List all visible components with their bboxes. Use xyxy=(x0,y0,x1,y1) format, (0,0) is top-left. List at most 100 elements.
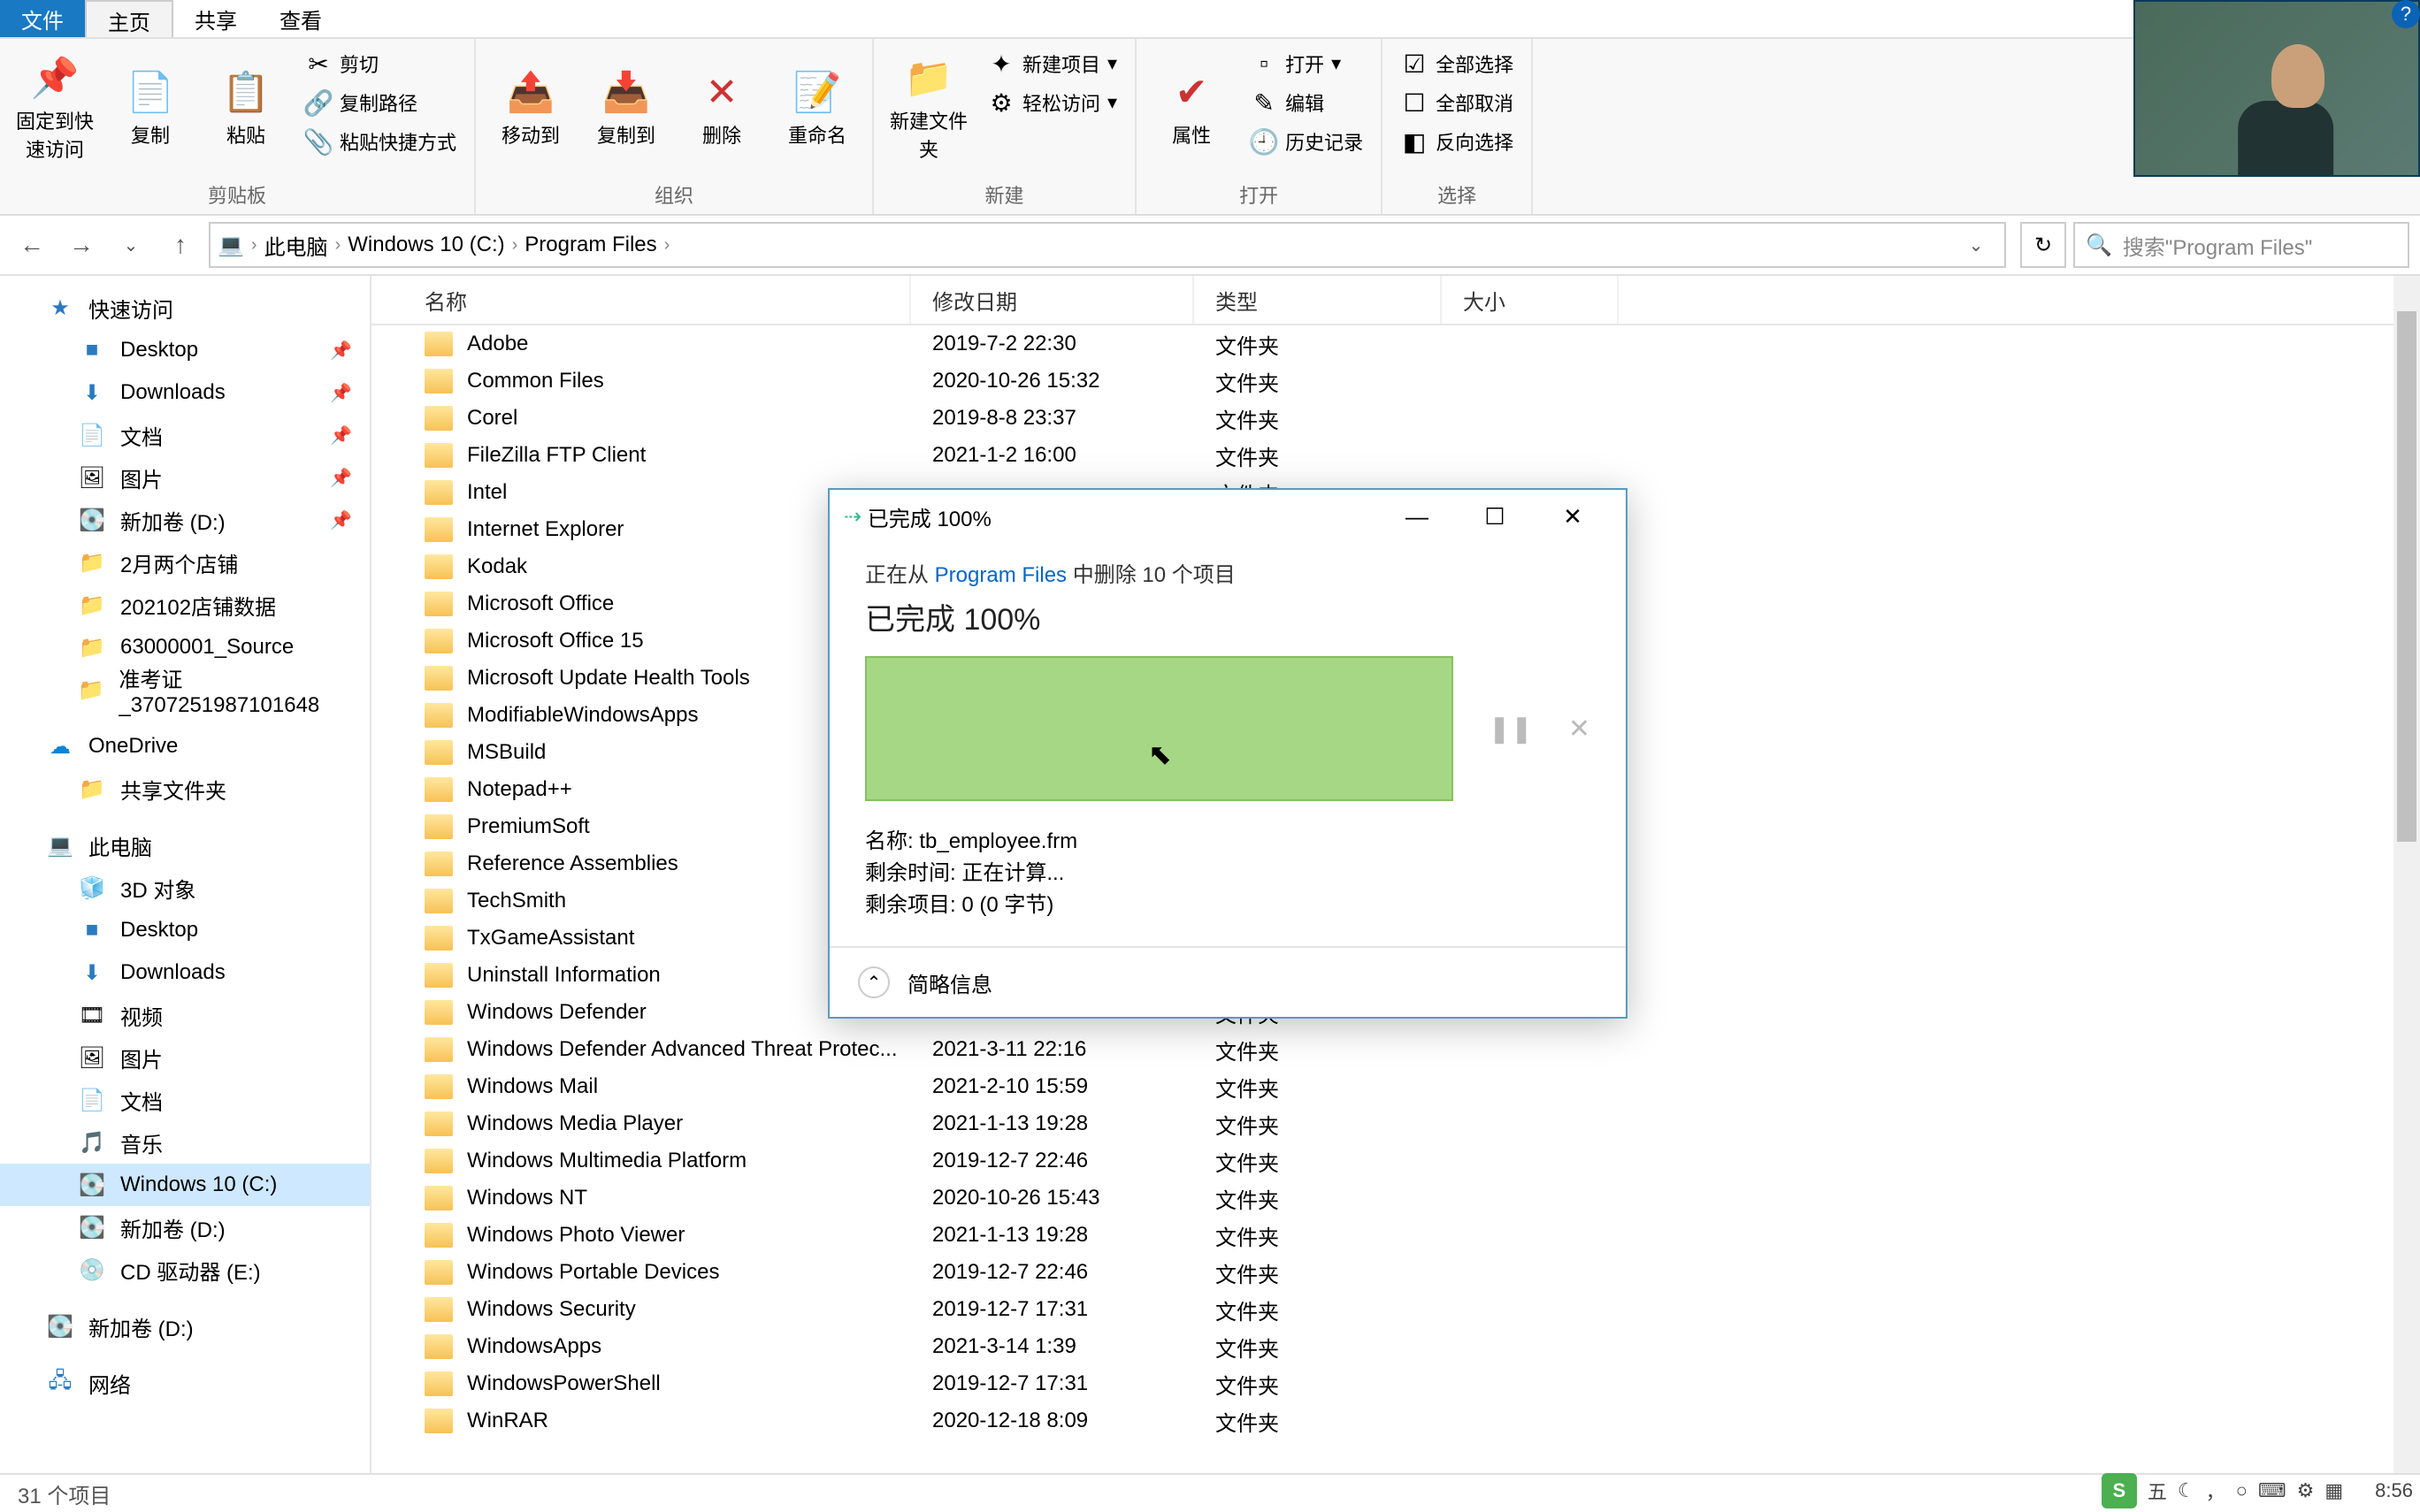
folder-icon xyxy=(425,1297,453,1322)
nav-cd-drive[interactable]: 💿CD 驱动器 (E:) xyxy=(0,1249,370,1291)
ime-icon[interactable]: S xyxy=(2102,1473,2137,1508)
bc-pc-icon[interactable]: 💻 xyxy=(218,233,244,258)
tab-file[interactable]: 文件 xyxy=(0,0,85,37)
nav-quick-access[interactable]: ★快速访问 xyxy=(0,286,370,329)
brief-info-label[interactable]: 简略信息 xyxy=(908,967,992,998)
select-none-button[interactable]: ☐全部取消 xyxy=(1393,83,1520,122)
table-row[interactable]: Corel2019-8-8 23:37文件夹 xyxy=(371,400,2420,437)
table-row[interactable]: Windows Multimedia Platform2019-12-7 22:… xyxy=(371,1142,2420,1180)
refresh-button[interactable]: ↻ xyxy=(2020,222,2066,268)
rename-button[interactable]: 📝重命名 xyxy=(773,44,862,172)
col-type[interactable]: 类型 xyxy=(1194,276,1442,324)
nav-folder-4[interactable]: 📁准考证_3707251987101648 xyxy=(0,668,370,711)
nav-documents-2[interactable]: 📄文档 xyxy=(0,1079,370,1121)
select-all-button[interactable]: ☑全部选择 xyxy=(1393,44,1520,83)
nav-downloads[interactable]: ⬇Downloads📌 xyxy=(0,371,370,414)
nav-videos[interactable]: 🎞视频 xyxy=(0,994,370,1036)
bc-folder[interactable]: Program Files xyxy=(525,233,656,257)
open-button[interactable]: ▫打开▾ xyxy=(1243,44,1370,83)
nav-d-drive-3[interactable]: 💽新加卷 (D:) xyxy=(0,1305,370,1348)
minimize-button[interactable]: — xyxy=(1378,492,1456,541)
nav-downloads-2[interactable]: ⬇Downloads xyxy=(0,951,370,994)
dialog-titlebar[interactable]: ⇢ 已完成 100% — ☐ ✕ xyxy=(830,490,1626,543)
close-button[interactable]: ✕ xyxy=(1534,492,1612,541)
bc-dropdown-button[interactable]: ⌄ xyxy=(1955,224,1997,266)
table-row[interactable]: Windows Portable Devices2019-12-7 22:46文… xyxy=(371,1254,2420,1291)
file-type: 文件夹 xyxy=(1194,366,1442,397)
nav-c-drive[interactable]: 💽Windows 10 (C:) xyxy=(0,1164,370,1206)
move-to-button[interactable]: 📤移动到 xyxy=(486,44,575,172)
nav-desktop[interactable]: ■Desktop📌 xyxy=(0,329,370,371)
folder-icon xyxy=(425,1000,453,1025)
table-row[interactable]: Windows Defender Advanced Threat Protec.… xyxy=(371,1031,2420,1068)
copy-to-button[interactable]: 📥复制到 xyxy=(582,44,670,172)
tab-share[interactable]: 共享 xyxy=(173,0,258,37)
table-row[interactable]: Windows Photo Viewer2021-1-13 19:28文件夹 xyxy=(371,1217,2420,1254)
tab-home[interactable]: 主页 xyxy=(85,0,173,37)
table-row[interactable]: Windows Media Player2021-1-13 19:28文件夹 xyxy=(371,1105,2420,1142)
nav-thispc[interactable]: 💻此电脑 xyxy=(0,824,370,867)
nav-d-drive-1[interactable]: 💽新加卷 (D:)📌 xyxy=(0,499,370,541)
col-size[interactable]: 大小 xyxy=(1442,276,1619,324)
edit-button[interactable]: ✎编辑 xyxy=(1243,83,1370,122)
tab-view[interactable]: 查看 xyxy=(258,0,343,37)
pin-icon: 📌 xyxy=(330,467,352,489)
nav-up-button[interactable]: ↑ xyxy=(159,224,202,266)
invert-button[interactable]: ◧反向选择 xyxy=(1393,122,1520,161)
table-row[interactable]: WindowsApps2021-3-14 1:39文件夹 xyxy=(371,1328,2420,1365)
copy-button[interactable]: 📄复制 xyxy=(106,44,195,172)
new-folder-button[interactable]: 📁新建文件夹 xyxy=(885,44,973,172)
nav-back-button[interactable]: ← xyxy=(11,224,53,266)
bc-thispc[interactable]: 此电脑 xyxy=(264,230,328,261)
maximize-button[interactable]: ☐ xyxy=(1456,492,1534,541)
pause-button[interactable]: ❚❚ xyxy=(1489,714,1533,745)
table-row[interactable]: Adobe2019-7-2 22:30文件夹 xyxy=(371,325,2420,363)
easy-access-button[interactable]: ⚙轻松访问▾ xyxy=(980,83,1124,122)
vertical-scrollbar[interactable] xyxy=(2393,276,2420,1473)
file-date: 2020-10-26 15:43 xyxy=(911,1186,1194,1210)
folder-icon xyxy=(425,1186,453,1210)
nav-d-drive-2[interactable]: 💽新加卷 (D:) xyxy=(0,1206,370,1249)
nav-recent-button[interactable]: ⌄ xyxy=(110,224,152,266)
nav-onedrive[interactable]: ☁OneDrive xyxy=(0,725,370,767)
nav-pictures[interactable]: 🖼图片📌 xyxy=(0,456,370,499)
paste-button[interactable]: 📋粘贴 xyxy=(202,44,290,172)
folder-icon xyxy=(425,740,453,765)
collapse-details-button[interactable]: ⌃ xyxy=(858,966,890,998)
paste-shortcut-button[interactable]: 📎粘贴快捷方式 xyxy=(297,122,463,161)
search-input[interactable]: 🔍 搜索"Program Files" xyxy=(2073,222,2409,268)
nav-desktop-2[interactable]: ■Desktop xyxy=(0,909,370,951)
table-row[interactable]: Windows Mail2021-2-10 15:59文件夹 xyxy=(371,1068,2420,1105)
nav-forward-button[interactable]: → xyxy=(60,224,103,266)
dialog-source-link[interactable]: Program Files xyxy=(935,563,1067,587)
table-row[interactable]: Common Files2020-10-26 15:32文件夹 xyxy=(371,363,2420,400)
table-row[interactable]: WindowsPowerShell2019-12-7 17:31文件夹 xyxy=(371,1365,2420,1402)
table-row[interactable]: FileZilla FTP Client2021-1-2 16:00文件夹 xyxy=(371,437,2420,474)
table-row[interactable]: Windows NT2020-10-26 15:43文件夹 xyxy=(371,1180,2420,1217)
nav-music[interactable]: 🎵音乐 xyxy=(0,1121,370,1164)
cancel-button[interactable]: ✕ xyxy=(1568,714,1590,745)
table-row[interactable]: Windows Security2019-12-7 17:31文件夹 xyxy=(371,1291,2420,1328)
pin-to-quick-button[interactable]: 📌固定到快速访问 xyxy=(11,44,99,172)
scrollbar-thumb[interactable] xyxy=(2397,311,2416,842)
copy-path-button[interactable]: 🔗复制路径 xyxy=(297,83,463,122)
nav-documents[interactable]: 📄文档📌 xyxy=(0,414,370,456)
col-date[interactable]: 修改日期 xyxy=(911,276,1194,324)
nav-pictures-2[interactable]: 🖼图片 xyxy=(0,1036,370,1079)
nav-folder-2[interactable]: 📁202102店铺数据 xyxy=(0,584,370,626)
col-name[interactable]: 名称 xyxy=(371,276,911,324)
history-button[interactable]: 🕘历史记录 xyxy=(1243,122,1370,161)
nav-3d[interactable]: 🧊3D 对象 xyxy=(0,867,370,909)
properties-button[interactable]: ✔属性 xyxy=(1147,44,1236,172)
nav-shared[interactable]: 📁共享文件夹 xyxy=(0,767,370,810)
help-badge-icon[interactable]: ? xyxy=(2392,0,2420,28)
breadcrumb[interactable]: 💻› 此电脑› Windows 10 (C:)› Program Files› … xyxy=(209,222,2006,268)
nav-network[interactable]: 🖧网络 xyxy=(0,1362,370,1404)
bc-drive[interactable]: Windows 10 (C:) xyxy=(348,233,504,257)
table-row[interactable]: WinRAR2020-12-18 8:09文件夹 xyxy=(371,1402,2420,1439)
cut-button[interactable]: ✂剪切 xyxy=(297,44,463,83)
delete-button[interactable]: ✕删除 xyxy=(678,44,766,172)
clock-text[interactable]: 8:56 xyxy=(2375,1479,2413,1502)
new-item-button[interactable]: ✦新建项目▾ xyxy=(980,44,1124,83)
nav-folder-1[interactable]: 📁2月两个店铺 xyxy=(0,541,370,584)
